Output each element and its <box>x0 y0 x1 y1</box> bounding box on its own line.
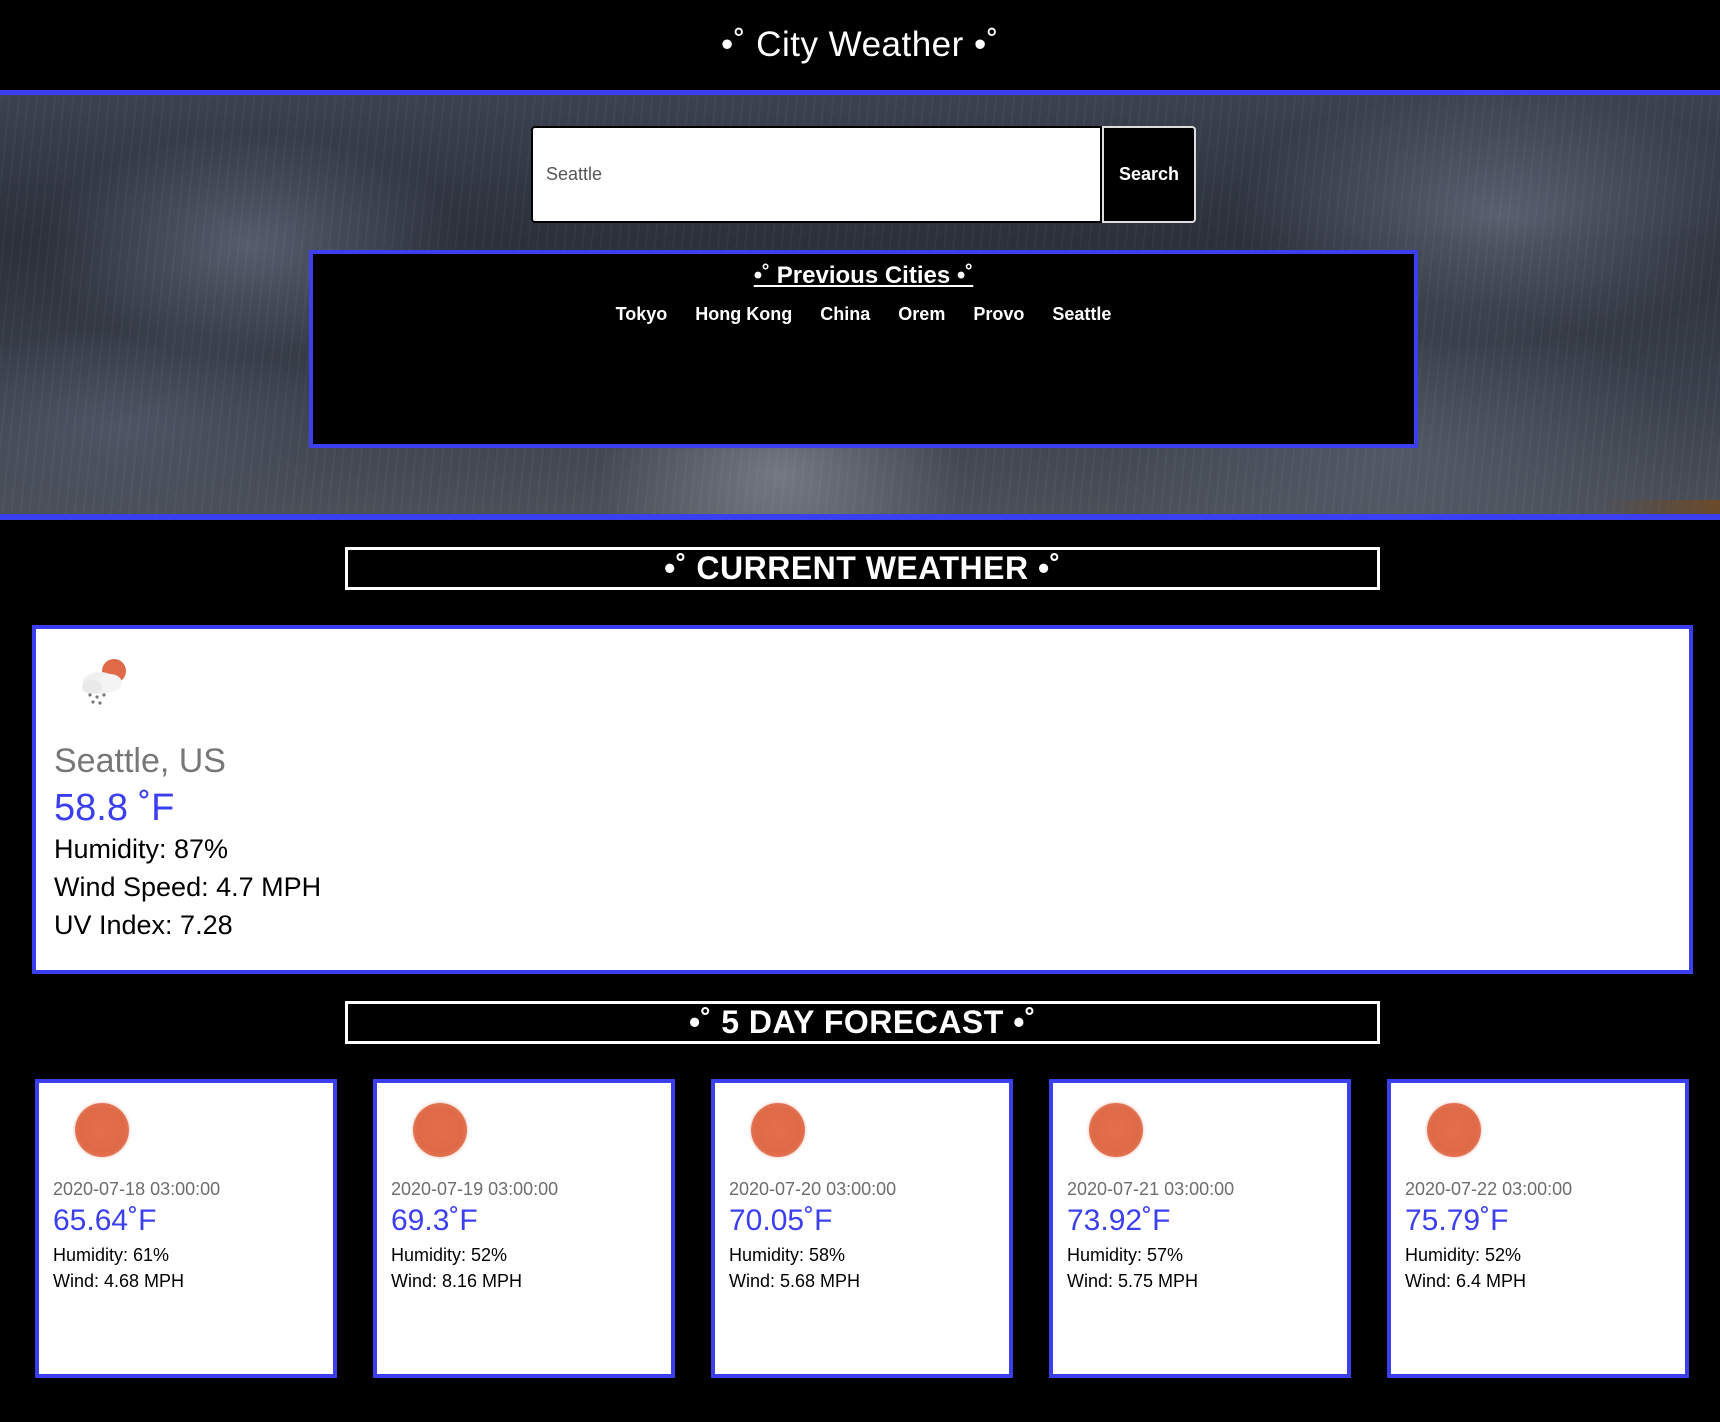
forecast-date: 2020-07-18 03:00:00 <box>53 1179 221 1199</box>
previous-city-link[interactable]: Provo <box>973 304 1024 325</box>
forecast-card: 2020-07-22 03:00:00 75.79˚F Humidity: 52… <box>1387 1079 1689 1378</box>
previous-city-link[interactable]: Orem <box>898 304 945 325</box>
current-uv-index: UV Index: 7.28 <box>54 910 233 940</box>
site-header: •˚ City Weather •˚ <box>0 0 1720 95</box>
forecast-temperature: 69.3˚F <box>391 1204 478 1237</box>
forecast-row: 2020-07-18 03:00:00 65.64˚F Humidity: 61… <box>35 1079 1690 1378</box>
forecast-wind: Wind: 5.75 MPH <box>1067 1271 1199 1291</box>
forecast-humidity: Humidity: 61% <box>53 1245 170 1265</box>
forecast-humidity: Humidity: 52% <box>1405 1245 1522 1265</box>
sun-icon <box>751 1103 805 1157</box>
search-bar: Search <box>531 126 1196 223</box>
forecast-humidity: Humidity: 58% <box>729 1245 846 1265</box>
forecast-temperature: 73.92˚F <box>1067 1204 1171 1237</box>
forecast-heading: •˚ 5 DAY FORECAST •˚ <box>345 1001 1380 1044</box>
sun-icon <box>75 1103 129 1157</box>
previous-cities-list: Tokyo Hong Kong China Orem Provo Seattle <box>313 304 1414 325</box>
hero-banner: Search •˚ Previous Cities •˚ Tokyo Hong … <box>0 95 1720 520</box>
forecast-wind: Wind: 4.68 MPH <box>53 1271 185 1291</box>
forecast-card: 2020-07-19 03:00:00 69.3˚F Humidity: 52%… <box>373 1079 675 1378</box>
current-humidity: Humidity: 87% <box>54 834 229 864</box>
forecast-date: 2020-07-20 03:00:00 <box>729 1179 897 1199</box>
current-weather-card: Seattle, US 58.8 ˚F Humidity: 87% Wind S… <box>32 625 1693 974</box>
sun-icon <box>413 1103 467 1157</box>
cloud-rain-sun-icon <box>72 653 136 717</box>
forecast-date: 2020-07-21 03:00:00 <box>1067 1179 1235 1199</box>
current-temperature: 58.8 ˚F <box>54 787 175 829</box>
forecast-temperature: 75.79˚F <box>1405 1204 1509 1237</box>
forecast-humidity: Humidity: 52% <box>391 1245 508 1265</box>
forecast-date: 2020-07-19 03:00:00 <box>391 1179 559 1199</box>
forecast-wind: Wind: 8.16 MPH <box>391 1271 523 1291</box>
previous-city-link[interactable]: China <box>820 304 870 325</box>
page: •˚ City Weather •˚ Search •˚ Previous Ci… <box>0 0 1720 1422</box>
previous-city-link[interactable]: Tokyo <box>616 304 668 325</box>
current-city-name: Seattle, US <box>54 742 226 780</box>
forecast-wind: Wind: 5.68 MPH <box>729 1271 861 1291</box>
current-weather-heading: •˚ CURRENT WEATHER •˚ <box>345 547 1380 590</box>
forecast-wind: Wind: 6.4 MPH <box>1405 1271 1527 1291</box>
search-input[interactable] <box>531 126 1102 223</box>
forecast-card: 2020-07-18 03:00:00 65.64˚F Humidity: 61… <box>35 1079 337 1378</box>
current-wind-speed: Wind Speed: 4.7 MPH <box>54 872 322 902</box>
previous-cities-title: •˚ Previous Cities •˚ <box>753 262 974 289</box>
hero-ground <box>1600 500 1720 514</box>
site-title: •˚ City Weather •˚ <box>721 25 999 64</box>
forecast-card: 2020-07-20 03:00:00 70.05˚F Humidity: 58… <box>711 1079 1013 1378</box>
forecast-temperature: 65.64˚F <box>53 1204 157 1237</box>
sun-icon <box>1427 1103 1481 1157</box>
sun-icon <box>1089 1103 1143 1157</box>
forecast-humidity: Humidity: 57% <box>1067 1245 1184 1265</box>
previous-cities-panel: •˚ Previous Cities •˚ Tokyo Hong Kong Ch… <box>309 250 1418 448</box>
forecast-card: 2020-07-21 03:00:00 73.92˚F Humidity: 57… <box>1049 1079 1351 1378</box>
previous-city-link[interactable]: Seattle <box>1052 304 1111 325</box>
forecast-date: 2020-07-22 03:00:00 <box>1405 1179 1573 1199</box>
previous-city-link[interactable]: Hong Kong <box>695 304 792 325</box>
search-button[interactable]: Search <box>1102 126 1196 223</box>
forecast-temperature: 70.05˚F <box>729 1204 833 1237</box>
